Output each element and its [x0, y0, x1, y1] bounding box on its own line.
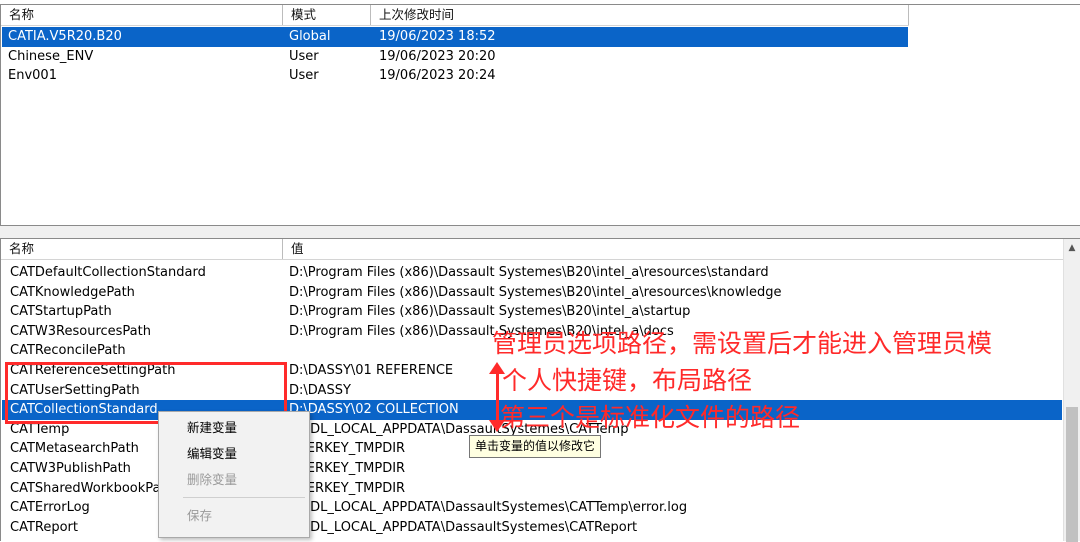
- menu-item-edit-variable[interactable]: 编辑变量: [159, 443, 307, 465]
- variable-value-cell: CSIDL_LOCAL_APPDATA\DassaultSystemes\CAT…: [289, 500, 688, 516]
- environment-name-cell: CATIA.V5R20.B20: [8, 29, 122, 44]
- variable-list-header: 名称 值: [1, 239, 1063, 260]
- annotation-line-3: 第三个是标准化文件的路径: [500, 403, 801, 432]
- column-header-value[interactable]: 值: [283, 239, 1063, 259]
- environment-row[interactable]: Chinese_ENV User 19/06/2023 20:20: [2, 47, 908, 67]
- variable-row[interactable]: CATKnowledgePath D:\Program Files (x86)\D…: [2, 283, 1062, 303]
- variable-value-cell: CSIDL_LOCAL_APPDATA\DassaultSystemes\CAT…: [289, 519, 638, 535]
- tooltip: 单击变量的值以修改它: [469, 435, 602, 458]
- variable-value-cell: USERKEY_TMPDIR: [289, 441, 406, 457]
- variable-name-cell: CATDefaultCollectionStandard: [10, 265, 206, 280]
- environment-name-cell: Chinese_ENV: [8, 48, 94, 64]
- annotation-line-2: 个人快捷键，布局路径: [502, 366, 753, 395]
- variable-value-cell: USERKEY_TMPDIR: [289, 480, 406, 496]
- annotation-line-1: 管理员选项路径，需设置后才能进入管理员模: [492, 329, 993, 358]
- annotation-bracket: [496, 372, 499, 422]
- menu-item-save[interactable]: 保存: [159, 505, 307, 527]
- variable-row[interactable]: CATDefaultCollectionStandard D:\Program F…: [2, 263, 1062, 283]
- environment-mode-cell: User: [289, 48, 319, 64]
- splitter[interactable]: [0, 226, 1080, 238]
- variable-name-cell: CATReconcilePath: [10, 343, 126, 359]
- scroll-up-arrow-icon[interactable]: ▲: [1064, 241, 1080, 255]
- environment-name-cell: Env001: [8, 68, 57, 84]
- environment-date-cell: 19/06/2023 18:52: [379, 29, 496, 44]
- menu-item-new-variable[interactable]: 新建变量: [159, 417, 307, 439]
- variable-row[interactable]: CATStartupPath D:\Program Files (x86)\Das…: [2, 302, 1062, 322]
- variable-name-cell: CATKnowledgePath: [10, 284, 135, 300]
- variable-value-cell: D:\Program Files (x86)\Dassault Systemes…: [289, 265, 769, 280]
- variable-value-cell: D:\Program Files (x86)\Dassault Systemes…: [289, 304, 691, 320]
- variable-name-cell: CATW3ResourcesPath: [10, 323, 151, 339]
- variable-value-cell: USERKEY_TMPDIR: [289, 461, 406, 476]
- menu-item-delete-variable[interactable]: 删除变量: [159, 469, 307, 491]
- environment-date-cell: 19/06/2023 20:20: [379, 48, 496, 64]
- environment-date-cell: 19/06/2023 20:24: [379, 68, 496, 84]
- column-header-variable-name[interactable]: 名称: [1, 239, 283, 259]
- environment-row[interactable]: CATIA.V5R20.B20 Global 19/06/2023 18:52: [2, 27, 908, 47]
- column-header-modified-time[interactable]: 上次修改时间: [371, 5, 909, 25]
- environment-mode-cell: Global: [289, 29, 331, 44]
- menu-separator: [183, 497, 305, 498]
- column-header-mode[interactable]: 模式: [283, 5, 371, 25]
- context-menu: 新建变量 编辑变量 删除变量 保存: [158, 411, 310, 538]
- variable-name-cell: CATStartupPath: [10, 304, 112, 320]
- vertical-scrollbar[interactable]: ▲: [1063, 239, 1080, 542]
- column-header-name[interactable]: 名称: [1, 5, 283, 25]
- environment-list-panel: 名称 模式 上次修改时间 CATIA.V5R20.B20 Global 19/06/…: [0, 4, 1080, 226]
- environment-list-header: 名称 模式 上次修改时间: [1, 5, 909, 26]
- variable-value-cell: D:\Program Files (x86)\Dassault Systemes…: [289, 284, 782, 300]
- environment-row[interactable]: Env001 User 19/06/2023 20:24: [2, 66, 908, 86]
- scrollbar-thumb[interactable]: [1066, 407, 1078, 542]
- environment-mode-cell: User: [289, 68, 319, 84]
